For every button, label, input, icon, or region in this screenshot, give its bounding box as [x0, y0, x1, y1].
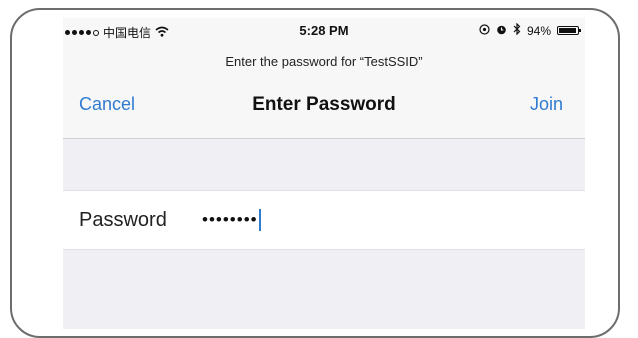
battery-icon [557, 26, 581, 35]
nav-title: Enter Password [252, 94, 396, 115]
password-input[interactable]: •••••••• [202, 207, 562, 233]
status-right: 94% [479, 22, 581, 38]
bluetooth-icon [513, 22, 521, 38]
location-icon [479, 23, 490, 38]
battery-percent: 94% [526, 23, 551, 38]
phone-screen: 中国电信 5:28 PM 94% Enter the password for … [63, 18, 585, 329]
password-prompt: Enter the password for “TestSSID” [225, 54, 423, 69]
join-button[interactable]: Join [530, 94, 563, 115]
cancel-button[interactable]: Cancel [79, 94, 135, 115]
navigation-area: Enter the password for “TestSSID” Cancel… [63, 44, 585, 139]
alarm-icon [496, 24, 507, 38]
password-label: Password [79, 209, 167, 231]
password-masked-value: •••••••• [202, 210, 258, 229]
password-row: Password •••••••• [63, 190, 585, 250]
battery-fill [559, 28, 576, 33]
status-bar: 中国电信 5:28 PM 94% [63, 18, 585, 44]
text-cursor [258, 209, 261, 231]
